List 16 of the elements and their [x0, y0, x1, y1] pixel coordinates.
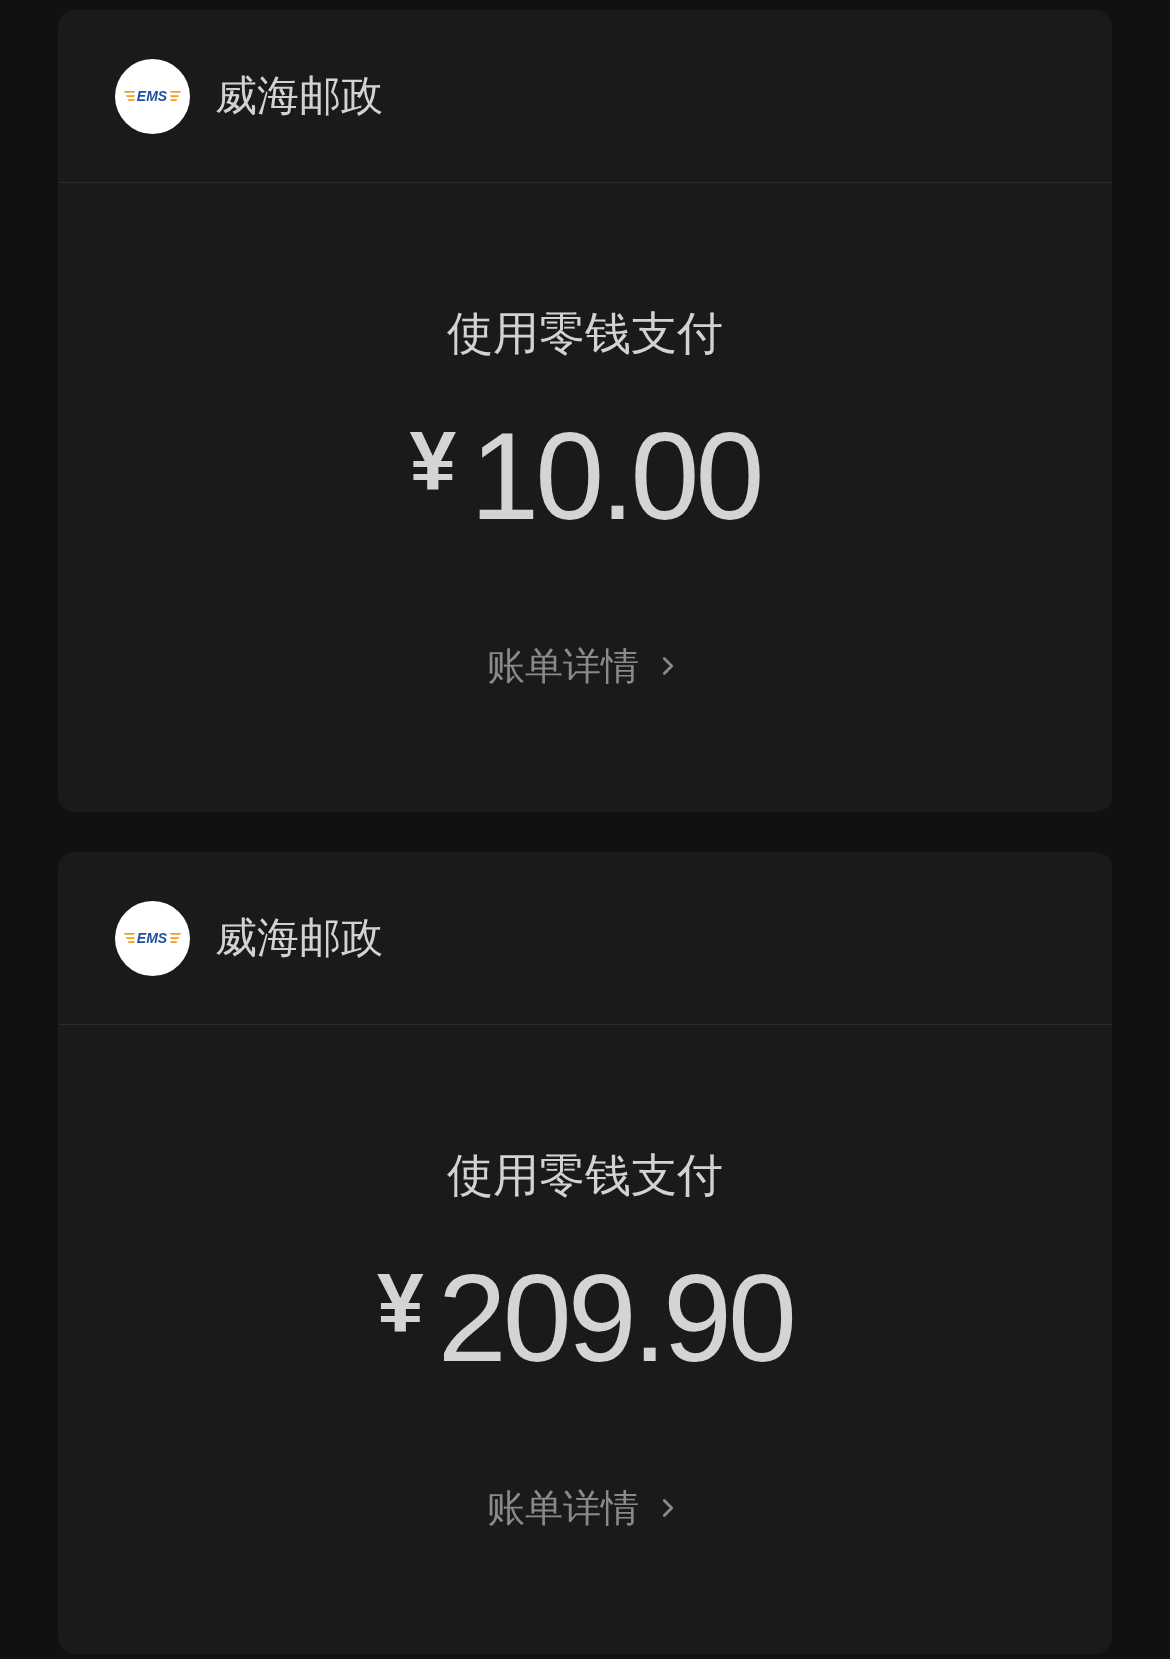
- amount: 209.90: [437, 1256, 793, 1380]
- logo-text: EMS: [136, 89, 169, 103]
- currency-symbol: ¥: [377, 1261, 424, 1345]
- merchant-name: 威海邮政: [215, 75, 383, 117]
- payment-method: 使用零钱支付: [447, 310, 723, 356]
- payment-method: 使用零钱支付: [447, 1152, 723, 1198]
- bill-details-link[interactable]: 账单详情: [487, 1489, 683, 1527]
- wing-icon: [123, 89, 135, 103]
- logo-text: EMS: [136, 931, 169, 945]
- amount: 10.00: [470, 414, 761, 538]
- bill-details-link[interactable]: 账单详情: [487, 647, 683, 685]
- wing-icon: [170, 89, 182, 103]
- wing-icon: [170, 931, 182, 945]
- currency-symbol: ¥: [409, 419, 457, 503]
- merchant-name: 威海邮政: [215, 917, 383, 959]
- wing-icon: [123, 931, 135, 945]
